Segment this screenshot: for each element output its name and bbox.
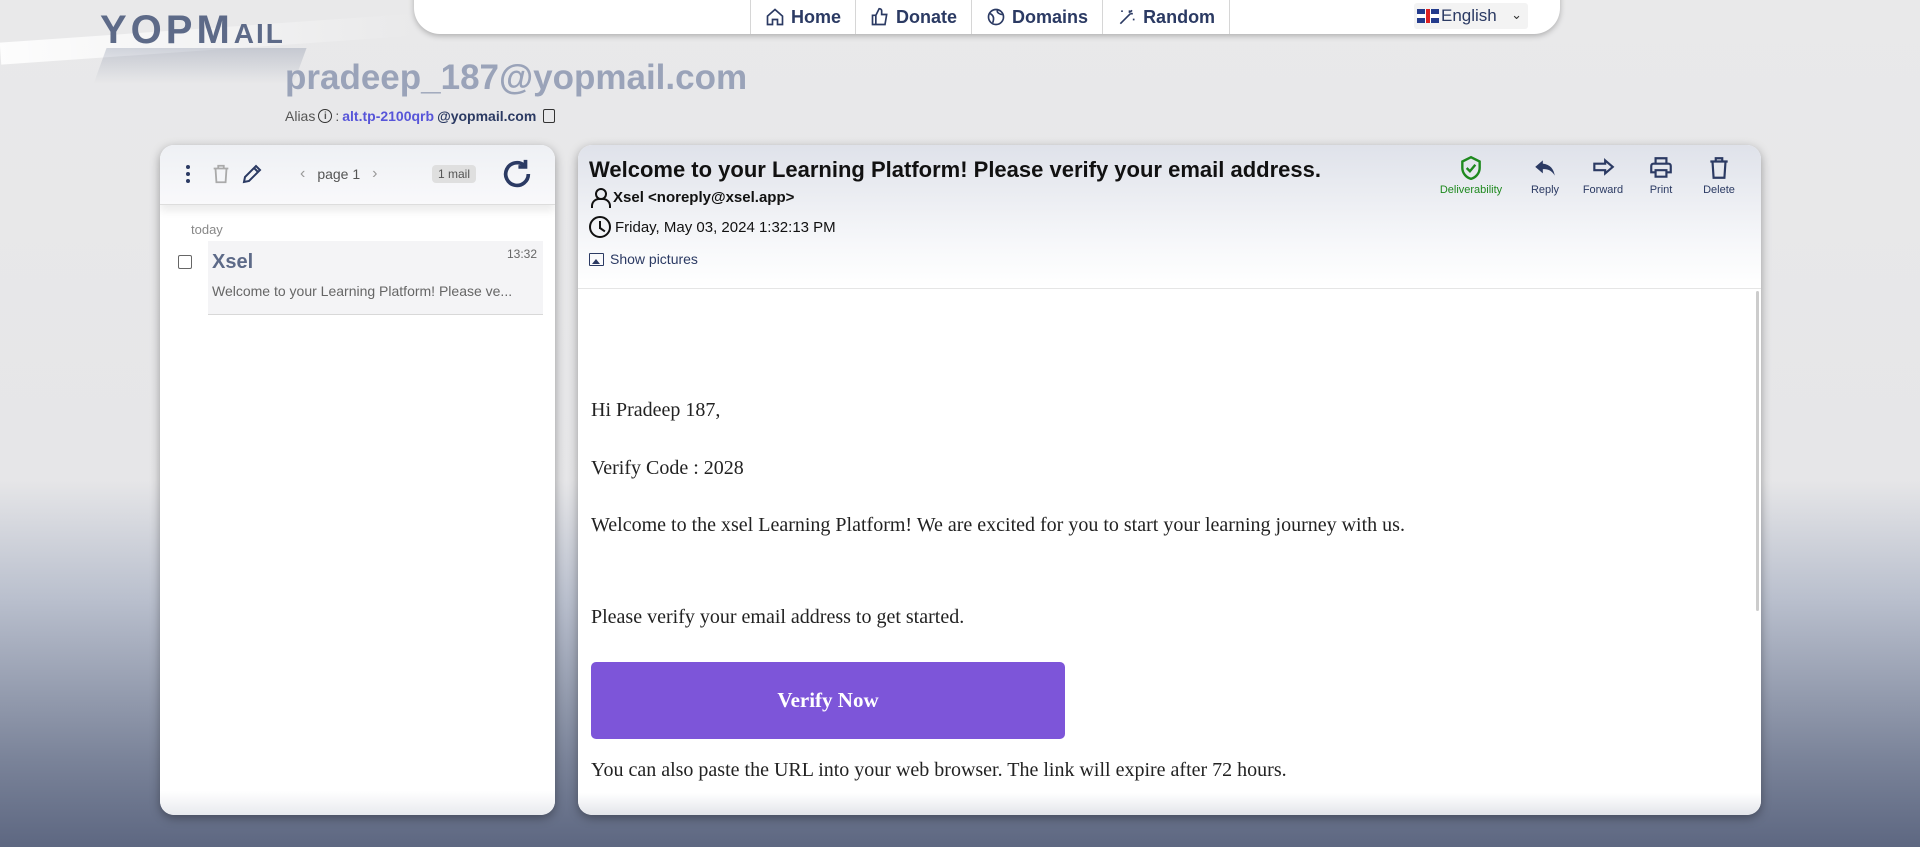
- show-pictures-label: Show pictures: [610, 251, 698, 267]
- nav-links: Home Donate Domains Random: [750, 0, 1231, 34]
- mail-time: 13:32: [506, 247, 537, 261]
- body-welcome: Welcome to the xsel Learning Platform! W…: [591, 514, 1405, 536]
- nav-domains[interactable]: Domains: [971, 0, 1102, 34]
- inbox-panel: ‹ page 1 › 1 mail today Xsel 13:32 Welco…: [160, 145, 555, 815]
- copy-icon[interactable]: [543, 109, 556, 123]
- body-instruction: Please verify your email address to get …: [591, 606, 965, 628]
- alias-label: Alias: [285, 108, 316, 124]
- image-icon: [589, 252, 604, 266]
- pager: ‹ page 1 ›: [300, 165, 377, 183]
- alias-domain: @yopmail.com: [437, 108, 537, 124]
- forward-button[interactable]: Forward: [1574, 155, 1632, 196]
- pencil-icon[interactable]: [240, 162, 264, 186]
- mail-count-badge: 1 mail: [432, 165, 477, 183]
- mail-from: Xsel: [212, 251, 254, 273]
- forward-label: Forward: [1582, 184, 1624, 196]
- message-panel: Welcome to your Learning Platform! Pleas…: [578, 145, 1761, 815]
- message-actions: Deliverability Reply Forward Print Delet…: [1426, 155, 1761, 196]
- printer-icon: [1650, 157, 1672, 178]
- message-subject: Welcome to your Learning Platform! Pleas…: [589, 157, 1321, 182]
- thumbs-up-icon: [871, 7, 888, 26]
- print-label: Print: [1649, 184, 1673, 196]
- delete-button[interactable]: Delete: [1690, 155, 1748, 196]
- message-date-row: Friday, May 03, 2024 1:32:13 PM: [589, 216, 836, 238]
- refresh-icon[interactable]: [500, 157, 534, 191]
- print-button[interactable]: Print: [1632, 155, 1690, 196]
- mail-subject-preview: Welcome to your Learning Platform! Pleas…: [212, 283, 513, 299]
- message-from: Xsel <noreply@xsel.app>: [613, 188, 795, 206]
- user-icon: [589, 187, 611, 208]
- magic-wand-icon: [1119, 9, 1135, 25]
- clock-icon: [589, 216, 611, 238]
- nav-random[interactable]: Random: [1102, 0, 1231, 34]
- shield-check-icon: [1461, 155, 1481, 181]
- trash-icon: [1710, 157, 1728, 179]
- info-icon[interactable]: i: [318, 109, 333, 123]
- show-pictures-link[interactable]: Show pictures: [589, 251, 698, 267]
- reply-icon: [1535, 160, 1555, 176]
- message-body: Hi Pradeep 187, Verify Code : 2028 Welco…: [578, 289, 1758, 789]
- nav-random-label: Random: [1143, 6, 1216, 27]
- language-select[interactable]: English ⌄: [1414, 3, 1528, 29]
- mail-select-checkbox[interactable]: [178, 255, 192, 269]
- reply-button[interactable]: Reply: [1516, 155, 1574, 196]
- trash-icon[interactable]: [210, 162, 232, 186]
- nav-donate[interactable]: Donate: [855, 0, 971, 34]
- language-label: English: [1441, 6, 1497, 25]
- home-icon: [766, 8, 784, 26]
- prev-page-icon[interactable]: ‹: [300, 165, 305, 183]
- message-date: Friday, May 03, 2024 1:32:13 PM: [615, 218, 836, 236]
- logo-reflection: [93, 48, 307, 84]
- inbox-menu-icon[interactable]: [186, 165, 190, 183]
- chevron-down-icon: ⌄: [1511, 7, 1522, 22]
- next-page-icon[interactable]: ›: [372, 165, 377, 183]
- body-verify-code: Verify Code : 2028: [591, 457, 744, 479]
- nav-home-label: Home: [791, 6, 842, 27]
- mail-list-item[interactable]: Xsel 13:32 Welcome to your Learning Plat…: [208, 241, 543, 315]
- logo-text-small: AIL: [233, 18, 285, 49]
- alias-separator: :: [335, 108, 340, 124]
- message-header: Welcome to your Learning Platform! Pleas…: [578, 145, 1761, 289]
- message-from-row: Xsel <noreply@xsel.app>: [589, 187, 795, 208]
- top-nav-bar: Home Donate Domains Random English ⌄: [414, 0, 1560, 34]
- globe-icon: [987, 8, 1005, 26]
- mailbox-address: pradeep_187@yopmail.com: [285, 58, 748, 97]
- deliverability-label: Deliverability: [1439, 184, 1503, 196]
- message-footer: [578, 793, 1761, 815]
- nav-domains-label: Domains: [1012, 6, 1089, 27]
- delete-label: Delete: [1703, 184, 1735, 196]
- verify-now-button[interactable]: Verify Now: [591, 662, 1065, 739]
- deliverability-button[interactable]: Deliverability: [1426, 155, 1516, 196]
- message-menu-button[interactable]: [1748, 155, 1761, 196]
- alias-row: Alias i : alt.tp-2100qrb @yopmail.com: [285, 108, 556, 124]
- page-label: page 1: [317, 166, 361, 182]
- alias-name[interactable]: alt.tp-2100qrb: [342, 108, 434, 124]
- nav-donate-label: Donate: [896, 6, 958, 27]
- nav-home[interactable]: Home: [750, 0, 855, 34]
- yopmail-logo[interactable]: YOPMAIL: [100, 8, 285, 53]
- forward-icon: [1593, 158, 1615, 176]
- inbox-day-label: today: [191, 222, 223, 237]
- uk-flag-icon: [1417, 9, 1439, 23]
- logo-text-big: YOPM: [100, 8, 234, 52]
- body-greeting: Hi Pradeep 187,: [591, 399, 721, 421]
- message-scrollbar[interactable]: [1756, 291, 1759, 611]
- inbox-toolbar: ‹ page 1 › 1 mail: [160, 145, 555, 205]
- body-paste-url: You can also paste the URL into your web…: [591, 759, 1287, 781]
- inbox-footer: [160, 791, 555, 815]
- reply-label: Reply: [1530, 184, 1560, 196]
